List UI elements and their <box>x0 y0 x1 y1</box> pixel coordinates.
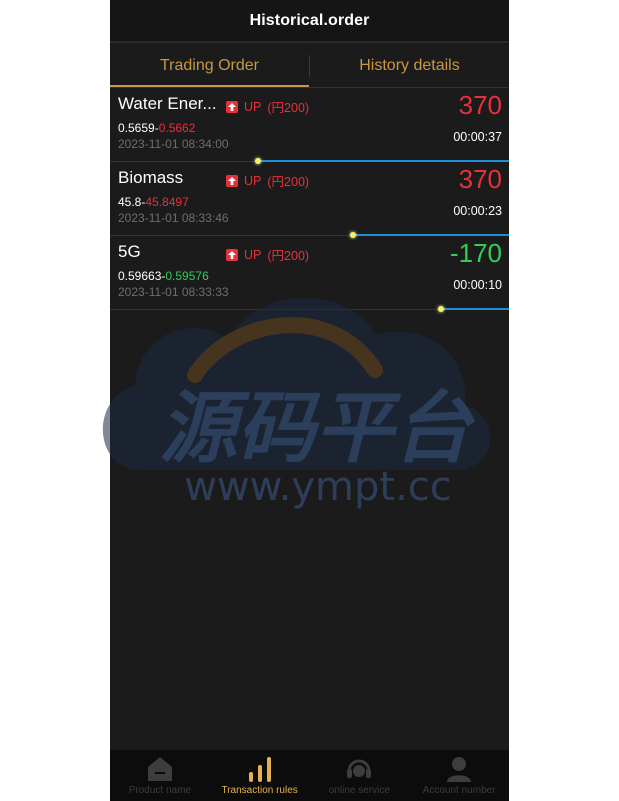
progress-fill <box>441 308 509 310</box>
order-pnl: 370 <box>458 164 502 194</box>
order-pnl: -170 <box>449 238 502 268</box>
close-price: 0.5662 <box>158 121 196 135</box>
order-pnl: 370 <box>458 90 502 120</box>
order-prices: 45.8-45.8497 <box>118 195 189 209</box>
nav-product-name[interactable]: Product name <box>110 750 210 801</box>
page-title: Historical.order <box>249 11 370 29</box>
home-icon <box>147 757 172 781</box>
tab-history-details[interactable]: History details <box>310 44 509 87</box>
nav-account-number[interactable]: Account number <box>409 750 509 801</box>
order-countdown: 00:00:23 <box>453 204 502 218</box>
order-product-name: 5G <box>118 242 141 261</box>
order-prices: 0.5659-0.5662 <box>118 121 195 135</box>
nav-transaction-rules[interactable]: Transaction rules <box>210 750 310 801</box>
app-screen: Historical.order Trading Order History d… <box>110 0 509 801</box>
order-direction: UP (円200) <box>226 245 309 264</box>
arrow-up-icon <box>226 248 238 261</box>
arrow-up-icon <box>226 174 238 187</box>
order-direction: UP (円200) <box>226 97 309 116</box>
arrow-up-icon <box>226 100 238 113</box>
order-direction: UP (円200) <box>226 171 309 190</box>
direction-label: UP <box>244 99 262 114</box>
order-row[interactable]: Water Ener... UP (円200) 0.5659-0.5662 20… <box>110 88 509 164</box>
order-time: 2023-11-01 08:33:33 <box>118 285 229 299</box>
progress-dot <box>438 306 444 312</box>
close-price: 0.59576 <box>165 269 209 283</box>
order-amount: (円200) <box>267 175 310 189</box>
open-price: 0.5659- <box>118 121 159 135</box>
tab-bar: Trading Order History details <box>110 44 509 88</box>
nav-label: Account number <box>422 785 496 796</box>
order-product-name: Biomass <box>118 168 184 187</box>
user-icon <box>447 757 472 782</box>
direction-label: UP <box>244 247 262 262</box>
nav-online-service[interactable]: online service <box>310 750 410 801</box>
order-time: 2023-11-01 08:33:46 <box>118 211 229 225</box>
header: Historical.order <box>110 0 509 43</box>
order-prices: 0.59663-0.59576 <box>118 269 209 283</box>
bottom-nav: Product name Transaction rules online se… <box>110 750 509 801</box>
order-product-name: Water Ener... <box>118 94 217 113</box>
nav-label: online service <box>328 785 390 796</box>
order-countdown: 00:00:10 <box>453 278 502 292</box>
headset-icon <box>347 759 372 778</box>
direction-label: UP <box>244 173 262 188</box>
tab-trading-order[interactable]: Trading Order <box>110 44 309 87</box>
open-price: 0.59663- <box>118 269 166 283</box>
bar-chart-icon <box>248 757 271 782</box>
active-tab-indicator <box>110 85 309 87</box>
open-price: 45.8- <box>118 195 146 209</box>
nav-label: Product name <box>128 785 191 796</box>
order-amount: (円200) <box>267 249 310 263</box>
close-price: 45.8497 <box>145 195 189 209</box>
order-countdown: 00:00:37 <box>453 130 502 144</box>
order-progress <box>110 306 509 312</box>
order-time: 2023-11-01 08:34:00 <box>118 137 229 151</box>
order-row[interactable]: Biomass UP (円200) 45.8-45.8497 2023-11-0… <box>110 162 509 238</box>
order-row[interactable]: 5G UP (円200) 0.59663-0.59576 2023-11-01 … <box>110 236 509 312</box>
nav-label: Transaction rules <box>221 785 298 796</box>
order-amount: (円200) <box>267 101 310 115</box>
